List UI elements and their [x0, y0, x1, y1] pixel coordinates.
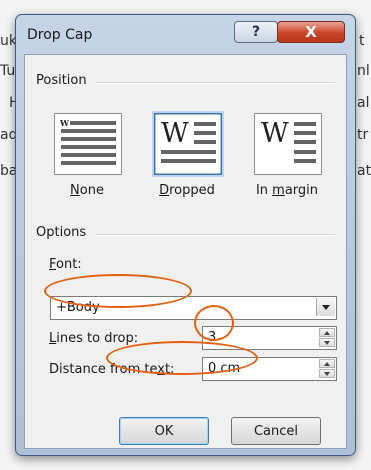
label-part: ropped: [169, 183, 215, 198]
bg-text-right-1: t: [359, 33, 365, 49]
label-part: one: [79, 183, 104, 198]
font-label: Font:: [49, 257, 82, 272]
spin-up-icon: [324, 330, 330, 335]
access-key: D: [159, 183, 170, 198]
cancel-button[interactable]: Cancel: [231, 417, 321, 445]
label-part: Distance from te: [49, 362, 158, 377]
lines-to-drop-label: Lines to drop:: [49, 331, 138, 346]
distance-increment-button[interactable]: [319, 359, 335, 368]
bg-text-right-4: tr: [357, 127, 369, 143]
bg-text-left-2: Tu: [0, 63, 16, 79]
access-key: x: [157, 362, 165, 377]
lines-spin-buttons: [319, 328, 335, 348]
access-key: m: [272, 183, 285, 198]
close-button[interactable]: X: [277, 21, 345, 43]
title-bar[interactable]: Drop Cap ? X: [16, 15, 355, 55]
spin-down-icon: [324, 340, 330, 345]
distance-from-text-spinner[interactable]: 0 cm: [202, 357, 337, 381]
label-part: In: [255, 183, 273, 198]
distance-from-text-value: 0 cm: [208, 361, 241, 376]
distance-spin-buttons: [319, 359, 335, 379]
bg-text-right-3: al,: [357, 95, 371, 111]
bg-text-right-2: nl: [357, 63, 370, 79]
lines-to-drop-value: 3: [208, 330, 217, 345]
dialog-title: Drop Cap: [27, 27, 93, 43]
options-section-label: Options: [36, 225, 92, 240]
margin-w-glyph: W: [261, 118, 289, 149]
preview-line: [61, 153, 116, 157]
spin-up-icon: [324, 361, 330, 366]
label-part: ines to drop:: [56, 331, 139, 346]
help-icon: ?: [251, 24, 261, 40]
lines-to-drop-spinner[interactable]: 3: [202, 326, 337, 350]
preview-line: [294, 150, 316, 154]
dialog-client: Position W None W Dropped W In margin Op…: [24, 54, 347, 449]
spin-down-icon: [324, 371, 330, 376]
help-button[interactable]: ?: [234, 21, 278, 43]
small-w-glyph: W: [60, 118, 69, 128]
drop-cap-dialog: Drop Cap ? X Position W None W Dropped W…: [15, 14, 356, 456]
lines-decrement-button[interactable]: [319, 338, 335, 347]
distance-decrement-button[interactable]: [319, 369, 335, 378]
preview-line: [61, 129, 116, 133]
options-divider: [95, 234, 335, 236]
position-divider: [95, 82, 335, 84]
access-key: N: [70, 183, 80, 198]
dropped-option-label[interactable]: Dropped: [147, 183, 227, 198]
label-part: t:: [164, 362, 175, 377]
access-key: F: [49, 257, 57, 272]
drop-cap-w-glyph: W: [161, 118, 189, 149]
label-part: ont:: [56, 257, 82, 272]
in-margin-option-label[interactable]: In margin: [247, 183, 327, 198]
preview-line: [294, 122, 316, 126]
position-section-label: Position: [36, 73, 92, 88]
preview-line: [194, 131, 216, 135]
label-part: argin: [284, 183, 319, 198]
preview-line: [294, 159, 316, 163]
lines-increment-button[interactable]: [319, 328, 335, 337]
font-combobox[interactable]: +Body: [50, 296, 337, 320]
preview-line: [61, 145, 116, 149]
chevron-down-icon: [322, 304, 330, 310]
preview-line: [294, 140, 316, 144]
close-icon: X: [305, 23, 317, 41]
preview-line: [61, 161, 116, 165]
distance-from-text-label: Distance from text:: [49, 362, 174, 377]
font-dropdown-button[interactable]: [316, 298, 335, 316]
font-value: +Body: [56, 300, 100, 315]
preview-line: [161, 150, 216, 154]
preview-line: [61, 137, 116, 141]
dropped-option-preview[interactable]: W: [154, 113, 222, 175]
none-option-label[interactable]: None: [54, 183, 120, 198]
none-option-preview[interactable]: W: [54, 113, 122, 175]
ok-button[interactable]: OK: [119, 417, 209, 445]
preview-line: [194, 140, 216, 144]
preview-line: [294, 131, 316, 135]
preview-line: [194, 122, 216, 126]
preview-line: [70, 121, 116, 125]
in-margin-option-preview[interactable]: W: [254, 113, 322, 175]
bg-text-right-5: at: [357, 163, 371, 179]
preview-line: [161, 159, 216, 163]
